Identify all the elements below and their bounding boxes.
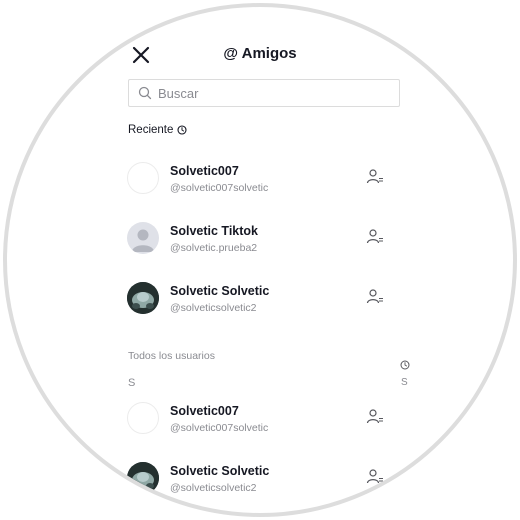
avatar [127,282,159,314]
avatar-photo-icon [127,462,159,494]
avatar [127,462,159,494]
page-title: @ Amigos [223,45,297,62]
index-clock-icon[interactable] [400,360,410,370]
add-friend-icon[interactable] [366,288,384,306]
avatar [127,222,159,254]
default-avatar-icon [132,229,154,252]
user-handle: @solveticsolvetic2 [170,482,257,494]
user-name: Solvetic Solvetic [170,464,270,478]
add-friend-icon[interactable] [366,168,384,186]
user-handle: @solvetic007solvetic [170,422,269,434]
user-name: Solvetic Tiktok [170,224,258,238]
user-handle: @solvetic007solvetic [170,182,269,194]
add-friend-icon[interactable] [366,408,384,426]
user-name: Solvetic007 [170,164,239,178]
add-friend-icon[interactable] [366,228,384,246]
recent-user-row[interactable]: Solvetic Solvetic @solveticsolvetic2 [127,282,397,322]
recent-label: Reciente [128,124,174,136]
search-bar[interactable] [128,79,400,107]
clock-icon [177,125,187,135]
search-input[interactable] [158,85,388,101]
user-handle: @solvetic.prueba2 [170,242,258,254]
avatar [127,402,159,434]
user-handle: @solveticsolvetic2 [170,302,257,314]
avatar-photo-icon [127,282,159,314]
recent-user-row[interactable]: Solvetic Tiktok @solvetic.prueba2 [127,222,397,262]
all-users-section-header: Todos los usuarios [128,350,215,362]
user-row[interactable]: Solvetic Solvetic @solveticsolvetic2 [127,462,397,502]
alphabet-index-letter[interactable]: S [401,377,408,388]
add-friend-icon[interactable] [366,468,384,486]
avatar [127,162,159,194]
letter-group-header: S [128,377,136,389]
search-icon [138,86,152,100]
user-row[interactable]: Solvetic007 @solvetic007solvetic [127,402,397,442]
user-name: Solvetic007 [170,404,239,418]
circular-frame: @ Amigos Reciente Solvetic007 @solvetic0… [3,3,517,517]
recent-section-header: Reciente [128,124,187,136]
user-name: Solvetic Solvetic [170,284,270,298]
recent-user-row[interactable]: Solvetic007 @solvetic007solvetic [127,162,397,202]
